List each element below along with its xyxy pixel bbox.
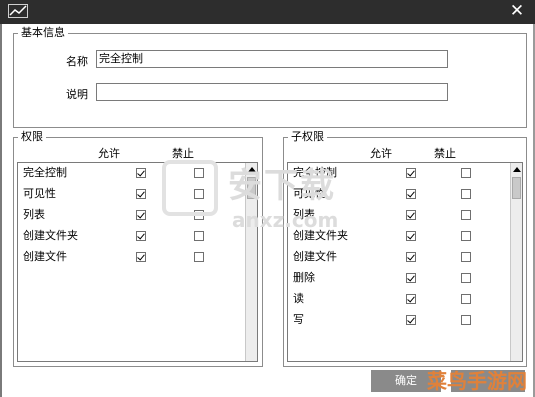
deny-checkbox[interactable] — [461, 210, 471, 220]
allow-checkbox[interactable] — [136, 210, 146, 220]
allow-checkbox[interactable] — [406, 252, 416, 262]
scroll-up-icon[interactable] — [512, 165, 521, 174]
sub-permission-name: 创建文件夹 — [293, 229, 348, 242]
sub-permissions-deny-header: 禁止 — [434, 147, 456, 160]
permissions-list[interactable]: 完全控制 可见性 列表 创建文件夹 创建文件 — [17, 162, 258, 362]
permissions-allow-header: 允许 — [98, 147, 120, 160]
permissions-group: 权限 允许 禁止 完全控制 可见性 列表 创建文件夹 创建文件 — [13, 130, 263, 367]
title-bar: ✕ — [0, 0, 535, 24]
description-label: 说明 — [66, 88, 88, 101]
sub-permission-name: 写 — [293, 313, 304, 326]
permission-name: 创建文件夹 — [23, 229, 78, 242]
basic-info-group: 基本信息 名称 完全控制 说明 — [13, 26, 527, 128]
permission-row: 完全控制 — [18, 163, 257, 184]
allow-checkbox[interactable] — [406, 168, 416, 178]
sub-permissions-scrollbar[interactable] — [510, 163, 522, 361]
sub-permission-row: 删除 — [288, 268, 522, 289]
sub-permission-row: 创建文件夹 — [288, 226, 522, 247]
permission-name: 创建文件 — [23, 250, 67, 263]
allow-checkbox[interactable] — [406, 210, 416, 220]
deny-checkbox[interactable] — [461, 315, 471, 325]
allow-checkbox[interactable] — [406, 189, 416, 199]
corner-watermark: 菜鸟手游网 — [427, 369, 527, 393]
scroll-thumb[interactable] — [247, 177, 256, 199]
sub-permission-row: 列表 — [288, 205, 522, 226]
permission-name: 可见性 — [23, 187, 56, 200]
deny-checkbox[interactable] — [461, 168, 471, 178]
permission-row: 可见性 — [18, 184, 257, 205]
sub-permission-name: 完全控制 — [293, 166, 337, 179]
deny-checkbox[interactable] — [194, 252, 204, 262]
basic-info-legend: 基本信息 — [18, 26, 68, 40]
permission-name: 完全控制 — [23, 166, 67, 179]
deny-checkbox[interactable] — [461, 231, 471, 241]
deny-checkbox[interactable] — [461, 294, 471, 304]
app-chart-icon — [8, 4, 28, 18]
sub-permission-name: 删除 — [293, 271, 315, 284]
name-field[interactable]: 完全控制 — [96, 50, 448, 68]
deny-checkbox[interactable] — [461, 189, 471, 199]
sub-permissions-group: 子权限 允许 禁止 完全控制 可见性 列表 创建文件夹 创建文件 删除 读 写 — [283, 130, 527, 367]
allow-checkbox[interactable] — [136, 168, 146, 178]
allow-checkbox[interactable] — [406, 273, 416, 283]
allow-checkbox[interactable] — [136, 189, 146, 199]
sub-permission-row: 写 — [288, 310, 522, 331]
close-icon[interactable]: ✕ — [507, 1, 527, 21]
permission-row: 列表 — [18, 205, 257, 226]
sub-permissions-legend: 子权限 — [288, 130, 327, 144]
permissions-legend: 权限 — [18, 130, 46, 144]
name-label: 名称 — [66, 55, 88, 68]
sub-permission-name: 创建文件 — [293, 250, 337, 263]
sub-permission-row: 创建文件 — [288, 247, 522, 268]
allow-checkbox[interactable] — [136, 231, 146, 241]
deny-checkbox[interactable] — [461, 252, 471, 262]
permission-row: 创建文件夹 — [18, 226, 257, 247]
allow-checkbox[interactable] — [406, 315, 416, 325]
description-field[interactable] — [96, 83, 448, 101]
window-frame-left — [0, 24, 2, 397]
allow-checkbox[interactable] — [406, 231, 416, 241]
sub-permission-name: 读 — [293, 292, 304, 305]
permission-name: 列表 — [23, 208, 45, 221]
deny-checkbox[interactable] — [461, 273, 471, 283]
allow-checkbox[interactable] — [136, 252, 146, 262]
sub-permission-name: 可见性 — [293, 187, 326, 200]
sub-permission-row: 读 — [288, 289, 522, 310]
sub-permission-row: 完全控制 — [288, 163, 522, 184]
scroll-up-icon[interactable] — [247, 165, 256, 174]
watermark-shield-icon — [162, 160, 218, 216]
permissions-deny-header: 禁止 — [172, 147, 194, 160]
deny-checkbox[interactable] — [194, 231, 204, 241]
permission-row: 创建文件 — [18, 247, 257, 268]
allow-checkbox[interactable] — [406, 294, 416, 304]
sub-permissions-allow-header: 允许 — [370, 147, 392, 160]
sub-permission-row: 可见性 — [288, 184, 522, 205]
permissions-scrollbar[interactable] — [245, 163, 257, 361]
sub-permission-name: 列表 — [293, 208, 315, 221]
scroll-thumb[interactable] — [512, 177, 521, 199]
sub-permissions-list[interactable]: 完全控制 可见性 列表 创建文件夹 创建文件 删除 读 写 — [287, 162, 523, 362]
